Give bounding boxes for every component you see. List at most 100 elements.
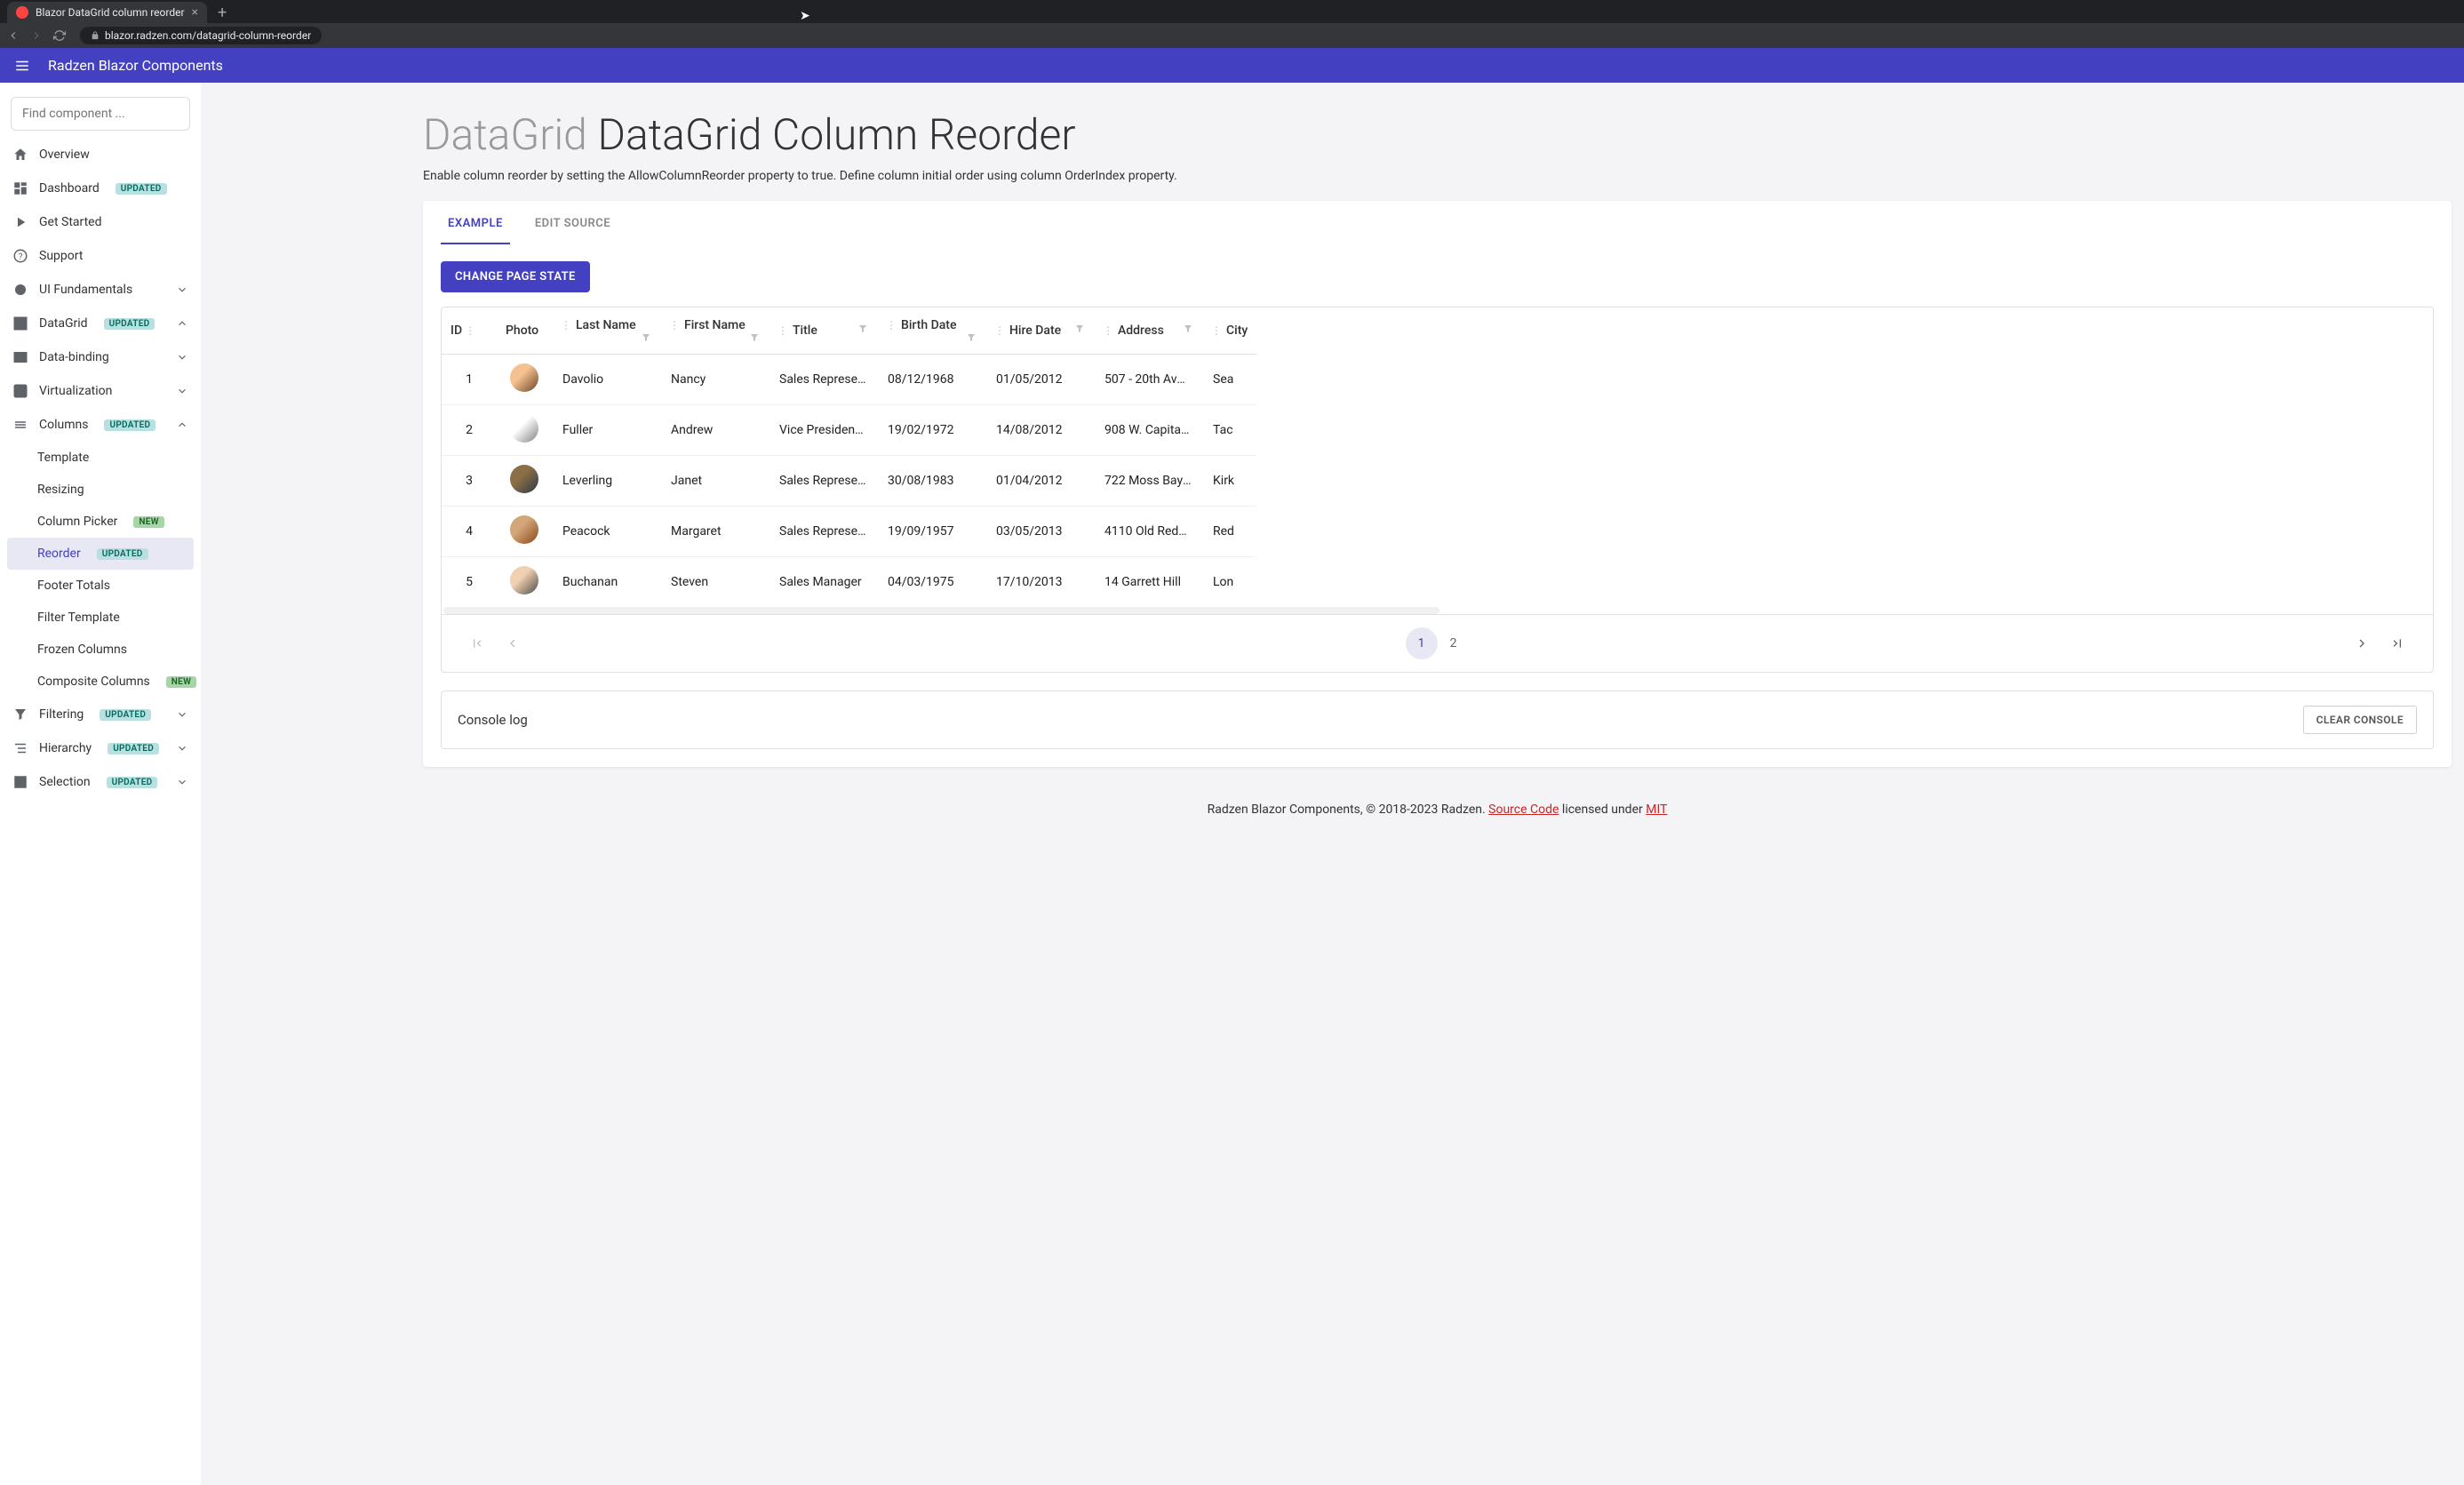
drag-handle-icon[interactable]: ⋮ <box>1211 324 1224 337</box>
pager-page-2[interactable]: 2 <box>1438 627 1470 659</box>
sidebar-item-get-started[interactable]: Get Started <box>0 205 201 239</box>
sidebar-item-template[interactable]: Template <box>0 442 201 474</box>
forward-icon[interactable] <box>30 29 43 42</box>
col-header-city[interactable]: ⋮ City <box>1202 307 1256 355</box>
clear-console-button[interactable]: CLEAR CONSOLE <box>2303 706 2417 734</box>
tab-example[interactable]: EXAMPLE <box>441 201 510 244</box>
browser-tab[interactable]: Blazor DataGrid column reorder × <box>7 2 207 23</box>
filter-icon[interactable] <box>1183 323 1193 334</box>
updated-badge: UPDATED <box>107 777 158 788</box>
sidebar-item-filter-template[interactable]: Filter Template <box>0 602 201 634</box>
filter-icon[interactable] <box>641 332 651 343</box>
page-description: Enable column reorder by setting the All… <box>423 169 2452 183</box>
drag-handle-icon[interactable]: ⋮ <box>1103 324 1116 337</box>
sidebar-item-column-picker[interactable]: Column PickerNEW <box>0 506 201 538</box>
col-header-title[interactable]: ⋮ Title <box>769 307 877 355</box>
cell-first-name: Andrew <box>660 405 769 456</box>
horizontal-scrollbar[interactable] <box>443 607 1439 614</box>
sidebar-item-overview[interactable]: Overview <box>0 138 201 172</box>
search-input[interactable] <box>11 97 190 131</box>
sidebar-item-ui-fundamentals[interactable]: UI Fundamentals <box>0 273 201 307</box>
new-tab-button[interactable]: + <box>218 4 227 22</box>
mit-link[interactable]: MIT <box>1646 802 1667 817</box>
cell-birth-date: 04/03/1975 <box>877 557 985 608</box>
sidebar-item-dashboard[interactable]: Dashboard UPDATED <box>0 172 201 205</box>
tab-bar: Blazor DataGrid column reorder × + <box>0 0 2464 23</box>
col-header-first-name[interactable]: ⋮ First Name <box>660 307 769 355</box>
svg-text:?: ? <box>19 252 23 262</box>
table-row[interactable]: 3 Leverling Janet Sales Representati... … <box>442 456 1256 507</box>
datagrid: ID ⋮ Photo ⋮ Last Name ⋮ First Name ⋮ Ti… <box>441 307 2434 673</box>
tab-edit-source[interactable]: EDIT SOURCE <box>528 201 618 244</box>
filter-icon[interactable] <box>966 332 977 343</box>
sidebar-item-datagrid[interactable]: DataGrid UPDATED <box>0 307 201 340</box>
pager-prev-button[interactable] <box>497 627 529 659</box>
sidebar-item-reorder[interactable]: ReorderUPDATED <box>7 538 194 570</box>
hierarchy-icon <box>12 740 28 756</box>
cell-id: 5 <box>442 557 497 608</box>
updated-badge: UPDATED <box>116 183 167 195</box>
selection-icon <box>12 774 28 790</box>
col-header-id[interactable]: ID ⋮ <box>442 307 497 355</box>
updated-badge: UPDATED <box>97 548 148 560</box>
col-header-photo[interactable]: Photo <box>497 307 552 355</box>
sidebar-item-resizing[interactable]: Resizing <box>0 474 201 506</box>
drag-handle-icon[interactable]: ⋮ <box>777 324 791 337</box>
back-icon[interactable] <box>7 29 20 42</box>
cell-last-name: Leverling <box>552 456 660 507</box>
cell-address: 14 Garrett Hill <box>1094 557 1202 608</box>
drag-handle-icon[interactable]: ⋮ <box>994 324 1008 337</box>
table-row[interactable]: 4 Peacock Margaret Sales Representati...… <box>442 507 1256 557</box>
sidebar-item-selection[interactable]: Selection UPDATED <box>0 765 201 799</box>
sidebar-item-support[interactable]: ? Support <box>0 239 201 273</box>
menu-icon[interactable] <box>14 58 30 74</box>
cell-first-name: Nancy <box>660 355 769 405</box>
col-header-address[interactable]: ⋮ Address <box>1094 307 1202 355</box>
avatar <box>510 566 538 595</box>
drag-handle-icon[interactable]: ⋮ <box>462 324 475 337</box>
cell-id: 2 <box>442 405 497 456</box>
address-bar: blazor.radzen.com/datagrid-column-reorde… <box>0 23 2464 48</box>
cell-first-name: Margaret <box>660 507 769 557</box>
help-icon: ? <box>12 248 28 264</box>
col-header-hire-date[interactable]: ⋮ Hire Date <box>985 307 1094 355</box>
filter-icon[interactable] <box>857 323 868 334</box>
pager-page-1[interactable]: 1 <box>1406 627 1438 659</box>
cell-birth-date: 19/09/1957 <box>877 507 985 557</box>
sidebar-item-footer-totals[interactable]: Footer Totals <box>0 570 201 602</box>
cell-title: Sales Manager <box>769 557 877 608</box>
table-row[interactable]: 2 Fuller Andrew Vice President, Sal... 1… <box>442 405 1256 456</box>
reload-icon[interactable] <box>53 29 66 42</box>
updated-badge: UPDATED <box>104 419 155 431</box>
console-title: Console log <box>458 712 528 728</box>
filter-icon[interactable] <box>749 332 760 343</box>
drag-handle-icon[interactable]: ⋮ <box>669 319 682 331</box>
pager-next-button[interactable] <box>2346 627 2378 659</box>
sidebar-item-hierarchy[interactable]: Hierarchy UPDATED <box>0 731 201 765</box>
filter-icon[interactable] <box>1074 323 1085 334</box>
source-code-link[interactable]: Source Code <box>1488 802 1559 817</box>
close-icon[interactable]: × <box>192 5 198 20</box>
drag-handle-icon[interactable]: ⋮ <box>886 319 899 331</box>
play-icon <box>12 214 28 230</box>
cell-title: Sales Representati... <box>769 355 877 405</box>
sidebar-item-filtering[interactable]: Filtering UPDATED <box>0 698 201 731</box>
col-header-birth-date[interactable]: ⋮ Birth Date <box>877 307 985 355</box>
url-box[interactable]: blazor.radzen.com/datagrid-column-reorde… <box>80 27 322 44</box>
sidebar-item-virtualization[interactable]: Virtualization <box>0 374 201 408</box>
sidebar-item-data-binding[interactable]: Data-binding <box>0 340 201 374</box>
updated-badge: UPDATED <box>100 709 151 721</box>
chevron-down-icon <box>176 708 188 721</box>
table-row[interactable]: 1 Davolio Nancy Sales Representati... 08… <box>442 355 1256 405</box>
col-header-last-name[interactable]: ⋮ Last Name <box>552 307 660 355</box>
table-row[interactable]: 5 Buchanan Steven Sales Manager 04/03/19… <box>442 557 1256 608</box>
lock-icon <box>91 31 100 40</box>
pager-first-button[interactable] <box>461 627 493 659</box>
sidebar-item-composite-columns[interactable]: Composite ColumnsNEW <box>0 666 201 698</box>
sidebar-item-frozen-columns[interactable]: Frozen Columns <box>0 634 201 666</box>
sidebar-item-columns[interactable]: Columns UPDATED <box>0 408 201 442</box>
drag-handle-icon[interactable]: ⋮ <box>561 319 574 331</box>
cell-city: Sea <box>1202 355 1256 405</box>
pager-last-button[interactable] <box>2381 627 2413 659</box>
change-page-state-button[interactable]: CHANGE PAGE STATE <box>441 261 590 292</box>
